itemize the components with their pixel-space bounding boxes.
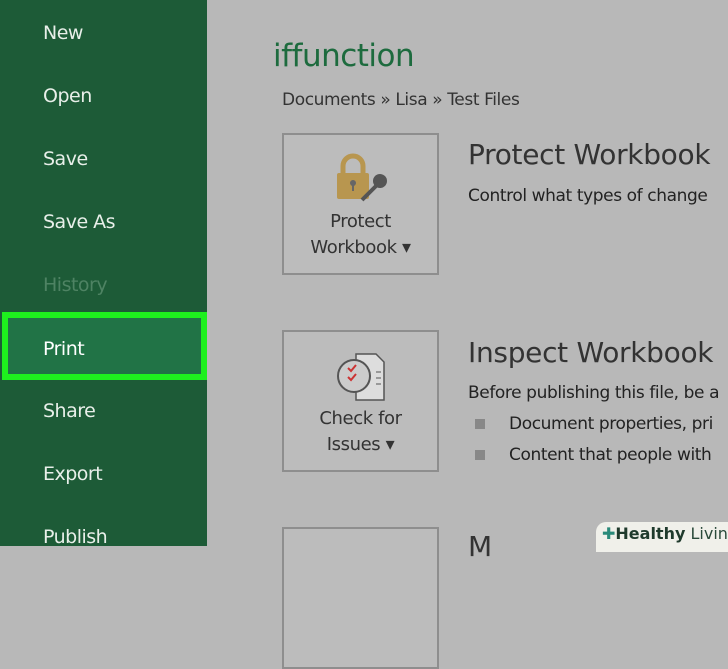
plus-icon: ✚ xyxy=(602,524,616,543)
section-description: Before publishing this file, be a xyxy=(468,383,720,403)
bullet-icon xyxy=(475,450,485,460)
button-label: Check for xyxy=(319,408,402,429)
backstage-sidebar: New Open Save Save As History Print Shar… xyxy=(0,0,207,548)
breadcrumb[interactable]: Documents » Lisa » Test Files xyxy=(282,90,520,110)
sidebar-item-publish[interactable]: Publish xyxy=(43,526,108,548)
inspect-document-icon xyxy=(337,353,385,401)
sidebar-item-save[interactable]: Save xyxy=(43,148,88,170)
sidebar-item-open[interactable]: Open xyxy=(43,85,92,107)
sidebar-item-export[interactable]: Export xyxy=(43,463,103,485)
sidebar-item-label: Print xyxy=(43,338,85,360)
check-for-issues-button[interactable]: Check for Issues ▾ xyxy=(282,330,439,472)
section-description: Control what types of change xyxy=(468,186,708,206)
sidebar-item-history: History xyxy=(43,274,108,296)
button-label: Protect xyxy=(330,211,391,232)
watermark-bold: Healthy xyxy=(615,524,686,543)
sidebar-item-new[interactable]: New xyxy=(43,22,83,44)
sidebar-item-share[interactable]: Share xyxy=(43,400,96,422)
section-heading: Inspect Workbook xyxy=(468,336,714,369)
section-heading: M xyxy=(468,530,492,563)
bullet-text: Document properties, pri xyxy=(509,414,713,434)
watermark-text: Living xyxy=(690,524,728,543)
bullet-text: Content that people with xyxy=(509,445,712,465)
section-heading: Protect Workbook xyxy=(468,138,711,171)
sidebar-item-print[interactable]: Print xyxy=(2,312,207,380)
bullet-icon xyxy=(475,419,485,429)
button-label: Workbook ▾ xyxy=(310,237,411,258)
watermark: ✚Healthy Living xyxy=(596,522,728,552)
button-label: Issues ▾ xyxy=(326,434,395,455)
sidebar-item-save-as[interactable]: Save As xyxy=(43,211,116,233)
protect-workbook-button[interactable]: Protect Workbook ▾ xyxy=(282,133,439,275)
manage-workbook-button[interactable] xyxy=(282,527,439,669)
lock-key-icon xyxy=(337,153,387,202)
page-title: iffunction xyxy=(273,38,415,74)
